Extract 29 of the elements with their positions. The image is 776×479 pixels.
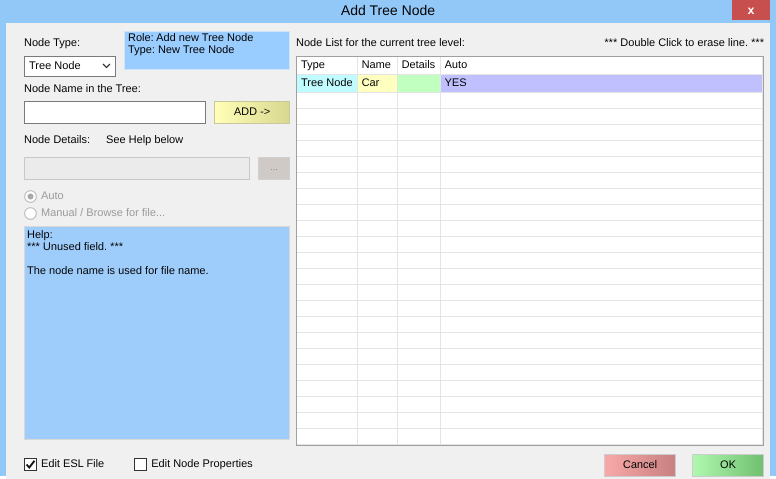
info-text: Type: New Tree Node <box>128 44 236 56</box>
table-cell: Tree Node <box>297 74 358 92</box>
help-text: *** Unused field. *** <box>27 240 124 252</box>
radio-label: Manual / Browse for file... <box>41 206 166 221</box>
checkbox[interactable] <box>134 458 148 471</box>
field-label: Node Name in the Tree: <box>24 82 142 96</box>
field-label: Node Details: <box>24 133 90 148</box>
check-icon <box>25 458 36 470</box>
add-button[interactable]: ADD -> <box>214 101 290 124</box>
hint-text: See Help below <box>106 133 184 148</box>
list-label: Node List for the current tree level: <box>296 36 465 51</box>
hint-text: *** Double Click to erase line. *** <box>604 36 764 51</box>
window-title: Add Tree Node <box>340 1 436 20</box>
radio-label: Auto <box>41 188 64 204</box>
help-text: Help: <box>27 228 54 240</box>
node-name-field[interactable] <box>24 101 206 124</box>
caret-icon <box>102 63 111 69</box>
checkbox-label: Edit ESL File <box>41 457 104 472</box>
checkbox[interactable] <box>24 458 37 471</box>
node-type-dropdown[interactable]: Tree Node <box>24 56 116 76</box>
field-label: Node Type: <box>24 36 82 51</box>
info-text: Role: Add new Tree Node <box>128 32 254 44</box>
close-button[interactable]: x <box>732 0 770 20</box>
cancel-button[interactable]: Cancel <box>604 454 676 476</box>
table-cell: Car <box>357 74 398 92</box>
checkbox-label: Edit Node Properties <box>151 457 253 472</box>
table-cell: YES <box>440 74 762 92</box>
ok-button[interactable]: OK <box>692 454 764 476</box>
help-text: The node name is used for file name. <box>27 264 210 276</box>
